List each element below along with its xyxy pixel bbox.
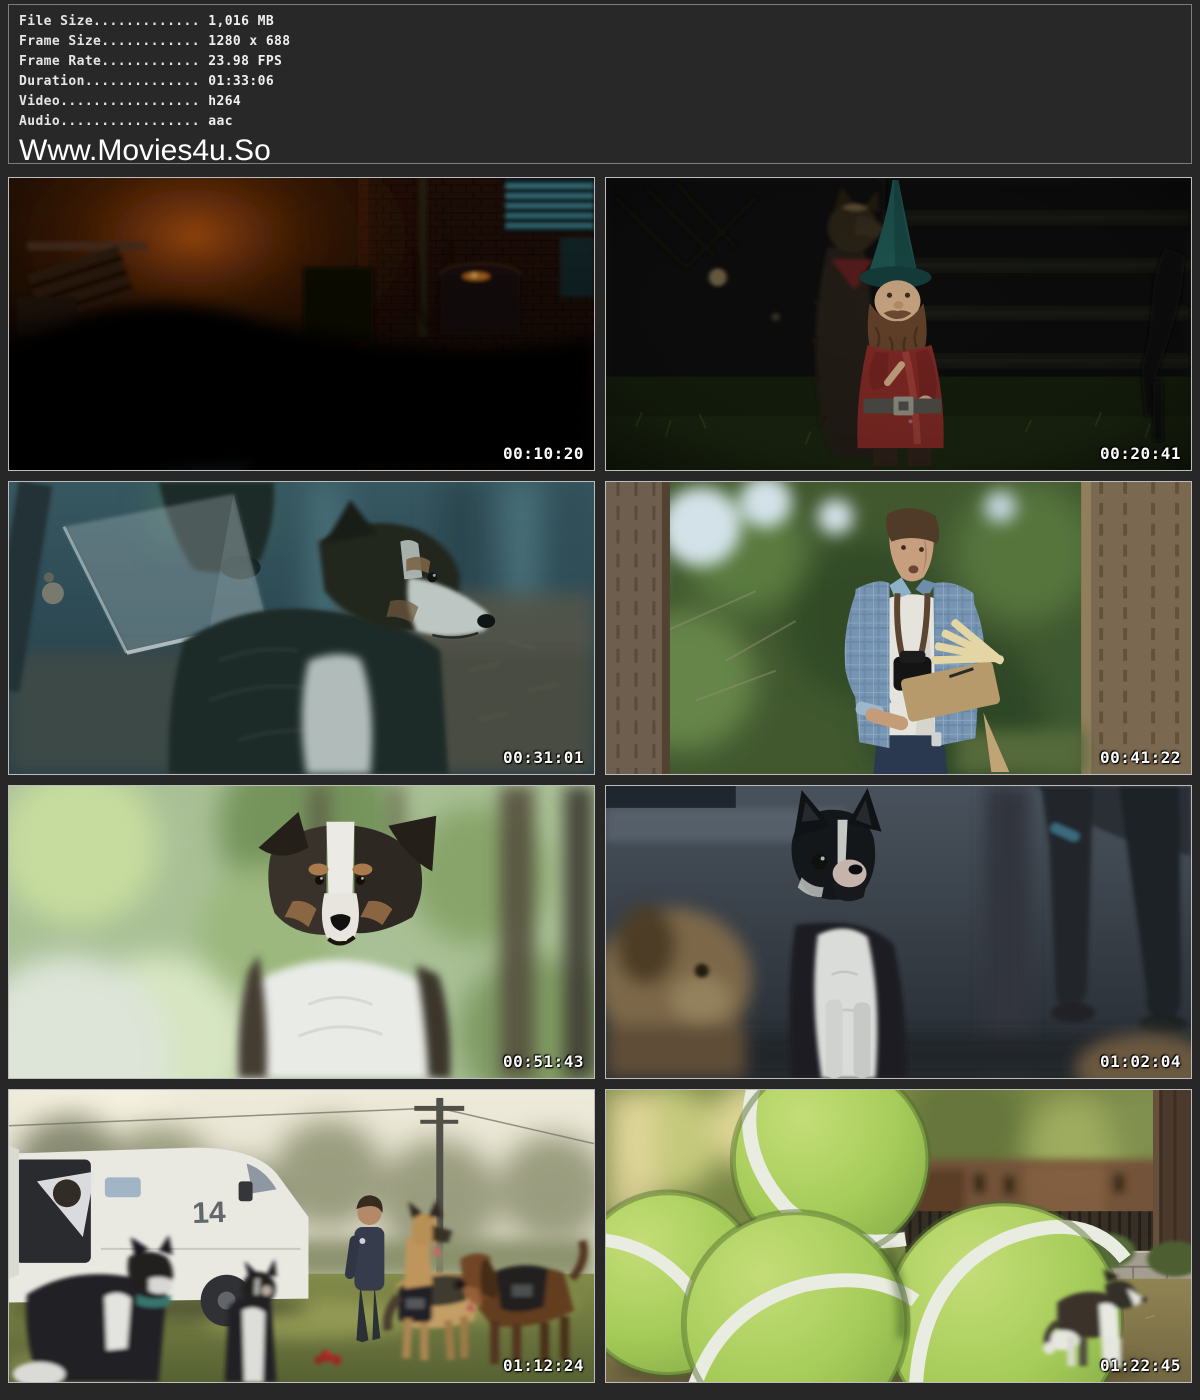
screenshot-1: 00:10:20 xyxy=(8,177,595,471)
media-info-value: 01:33:06 xyxy=(208,74,274,89)
screenshot-2: 00:20:41 xyxy=(605,177,1192,471)
media-info-value: 1,016 MB xyxy=(208,14,274,29)
timestamp-overlay: 00:20:41 xyxy=(1100,444,1181,463)
screenshot-5-art xyxy=(9,786,594,1078)
media-info-label: Video................. xyxy=(19,94,200,109)
screenshot-3-art xyxy=(9,482,594,774)
timestamp-overlay: 00:10:20 xyxy=(503,444,584,463)
media-info-row: Frame Size............ 1280 x 688 xyxy=(19,34,1191,54)
media-info-value: 1280 x 688 xyxy=(208,34,290,49)
timestamp-overlay: 00:31:01 xyxy=(503,748,584,767)
timestamp-overlay: 00:41:22 xyxy=(1100,748,1181,767)
screenshot-4-art xyxy=(606,482,1191,774)
screenshot-2-art xyxy=(606,178,1191,470)
media-info-label: Duration.............. xyxy=(19,74,200,89)
media-info-row: Duration.............. 01:33:06 xyxy=(19,74,1191,94)
media-info-row: Video................. h264 xyxy=(19,94,1191,114)
timestamp-overlay: 01:02:04 xyxy=(1100,1052,1181,1071)
media-info-label: Audio................. xyxy=(19,114,200,129)
timestamp-overlay: 01:22:45 xyxy=(1100,1356,1181,1375)
media-info-panel: File Size............. 1,016 MB Frame Si… xyxy=(8,4,1192,164)
screenshot-7-art: 14 xyxy=(9,1090,594,1382)
site-watermark: Www.Movies4u.So xyxy=(19,135,1191,164)
media-info-row: Audio................. aac xyxy=(19,114,1191,134)
screenshot-8: 01:22:45 xyxy=(605,1089,1192,1383)
media-info-label: Frame Rate............ xyxy=(19,54,200,69)
screenshot-3: 00:31:01 xyxy=(8,481,595,775)
screenshot-6: 01:02:04 xyxy=(605,785,1192,1079)
media-info-label: Frame Size............ xyxy=(19,34,200,49)
screenshot-5: 00:51:43 xyxy=(8,785,595,1079)
screenshot-4: 00:41:22 xyxy=(605,481,1192,775)
media-info-value: aac xyxy=(208,114,233,129)
screenshot-6-art xyxy=(606,786,1191,1078)
media-info-row: Frame Rate............ 23.98 FPS xyxy=(19,54,1191,74)
screenshot-7: 14 xyxy=(8,1089,595,1383)
screenshot-8-art xyxy=(606,1090,1191,1382)
screenshot-grid: 00:10:20 xyxy=(8,177,1192,1383)
media-info-value: 23.98 FPS xyxy=(208,54,282,69)
timestamp-overlay: 01:12:24 xyxy=(503,1356,584,1375)
media-info-value: h264 xyxy=(208,94,241,109)
screenshot-page: File Size............. 1,016 MB Frame Si… xyxy=(0,0,1200,1400)
timestamp-overlay: 00:51:43 xyxy=(503,1052,584,1071)
media-info-row: File Size............. 1,016 MB xyxy=(19,14,1191,34)
screenshot-1-art xyxy=(9,178,594,470)
media-info-label: File Size............. xyxy=(19,14,200,29)
